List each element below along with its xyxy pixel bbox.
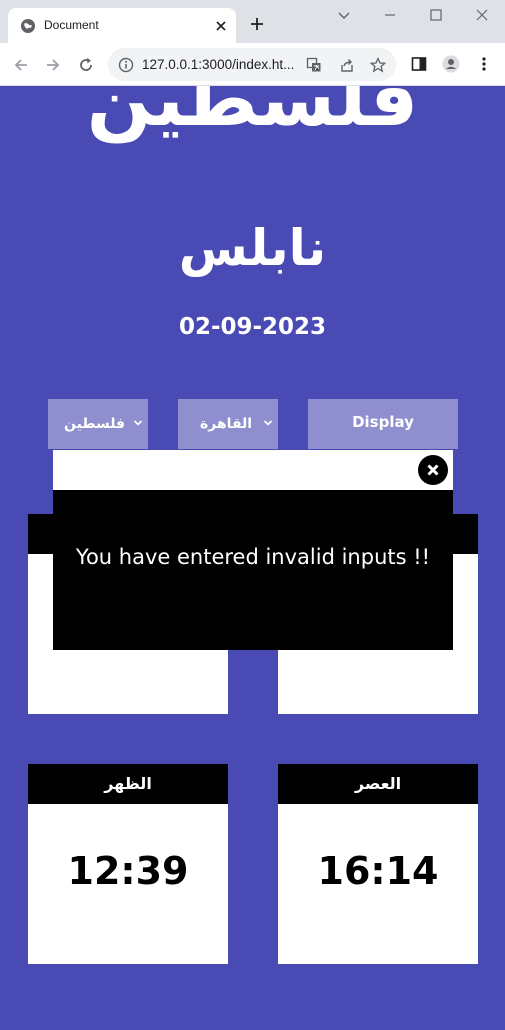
browser-tab[interactable]: Document	[8, 8, 236, 43]
chevron-down-icon	[133, 420, 143, 426]
city-select[interactable]: القاهرة	[178, 399, 278, 449]
minimize-icon[interactable]	[383, 8, 397, 22]
browser-toolbar: 127.0.0.1:3000/index.ht...	[0, 43, 505, 86]
forward-icon[interactable]	[44, 56, 62, 74]
prayer-card-dhuhr: الظهر 12:39	[28, 764, 228, 964]
page-viewport: فلسطين نابلس 02-09-2023 فلسطين القاهرة D…	[0, 86, 505, 1030]
side-panel-icon[interactable]	[410, 55, 428, 73]
country-select[interactable]: فلسطين	[48, 399, 148, 449]
bookmark-star-icon[interactable]	[370, 57, 386, 73]
new-tab-icon[interactable]	[249, 16, 265, 32]
display-button[interactable]: Display	[308, 399, 458, 449]
back-icon[interactable]	[12, 56, 30, 74]
maximize-icon[interactable]	[429, 8, 443, 22]
url-text: 127.0.0.1:3000/index.ht...	[142, 57, 295, 72]
tab-strip: Document	[0, 0, 505, 43]
kebab-menu-icon[interactable]	[475, 55, 493, 73]
reload-icon[interactable]	[77, 56, 95, 74]
error-message: You have entered invalid inputs !!	[75, 545, 431, 569]
prayer-time: 12:39	[67, 849, 189, 893]
modal-close-button[interactable]	[418, 455, 448, 485]
prayer-card-asr: العصر 16:14	[278, 764, 478, 964]
site-info-icon[interactable]	[118, 57, 134, 73]
chevron-down-icon[interactable]	[337, 8, 351, 22]
share-icon[interactable]	[339, 57, 355, 73]
country-select-value: فلسطين	[64, 416, 126, 432]
close-icon	[427, 464, 439, 476]
close-tab-icon[interactable]	[213, 18, 229, 34]
modal-header	[53, 450, 453, 490]
card-header: العصر	[278, 764, 478, 804]
tab-title: Document	[44, 18, 99, 32]
city-select-value: القاهرة	[200, 416, 253, 432]
close-window-icon[interactable]	[475, 8, 489, 22]
prayer-time: 16:14	[317, 849, 439, 893]
card-header: الظهر	[28, 764, 228, 804]
country-title: فلسطين	[86, 86, 419, 143]
date-label: 02-09-2023	[178, 314, 327, 340]
chevron-down-icon	[263, 420, 273, 426]
city-title: نابلس	[178, 219, 327, 277]
translate-icon[interactable]	[306, 57, 322, 73]
globe-icon	[21, 19, 35, 33]
error-modal: You have entered invalid inputs !!	[53, 450, 453, 650]
profile-avatar-icon[interactable]	[442, 55, 460, 73]
address-bar[interactable]: 127.0.0.1:3000/index.ht...	[108, 48, 396, 81]
